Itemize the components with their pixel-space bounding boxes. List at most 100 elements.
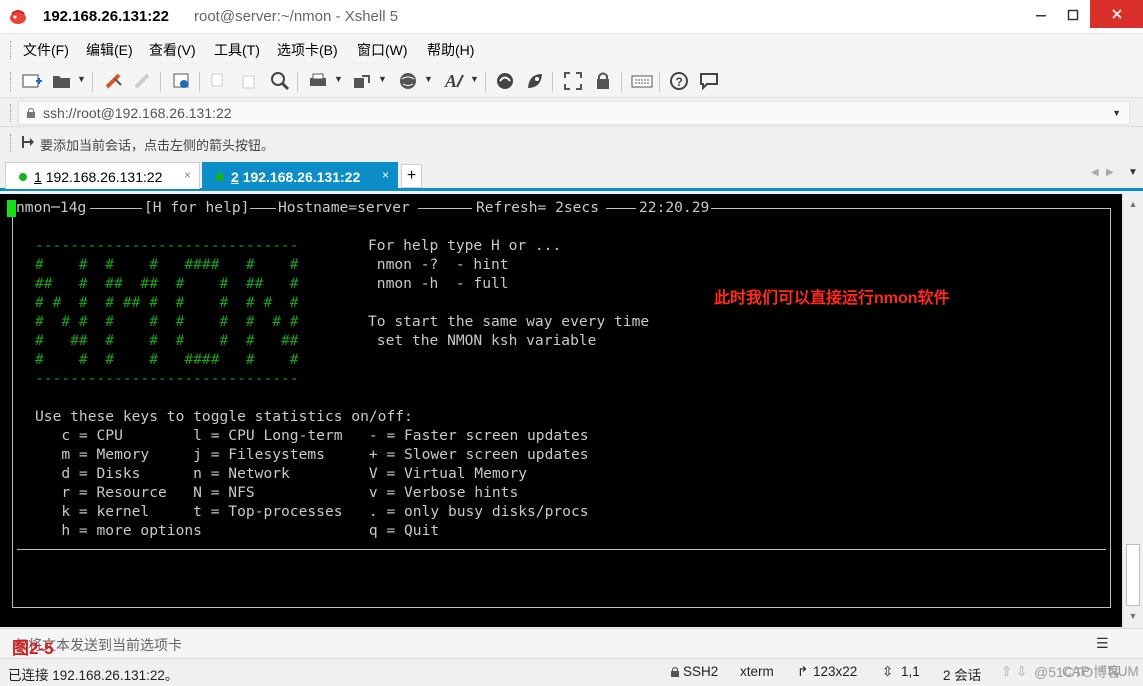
upload-icon: ⇧	[1001, 664, 1013, 679]
cursor-icon: ⇳	[882, 664, 894, 679]
address-bar: ssh://root@192.168.26.131:22 ▼	[0, 99, 1143, 127]
address-dropdown-icon[interactable]: ▼	[1112, 108, 1121, 118]
nmon-logo-line: # ## # # # # # ##	[35, 332, 299, 349]
transfer-icon[interactable]	[350, 70, 374, 92]
help-icon[interactable]: ?	[667, 70, 691, 92]
tab-close-icon[interactable]: ×	[184, 168, 191, 182]
scroll-down-icon[interactable]: ▼	[1123, 608, 1143, 624]
help-line: nmon -h - full	[368, 275, 509, 292]
toolbar-separator	[621, 72, 622, 92]
figure-label: 图2-5	[12, 639, 54, 658]
menu-view[interactable]: 查看(V)	[149, 40, 196, 60]
nmon-logo-line: # # # # # # # # # #	[35, 313, 299, 330]
terminal-screen[interactable]: nmon─14g [H for help] Hostname=server Re…	[0, 194, 1122, 627]
tab-label: 1 192.168.26.131:22	[34, 169, 163, 185]
compose-bar[interactable]: 仅将文本发送到当前选项卡 图2-5 ☰	[0, 628, 1143, 658]
help-line: For help type H or ...	[368, 237, 562, 254]
tab-label: 2 192.168.26.131:22	[231, 169, 361, 185]
disconnect-icon[interactable]	[131, 70, 155, 92]
tab-session-2[interactable]: 2 192.168.26.131:22 ×	[202, 162, 398, 189]
key-line: c = CPU l = CPU Long-term - = Faster scr…	[35, 427, 589, 444]
window-title-host: 192.168.26.131:22	[43, 8, 169, 25]
terminal-type: xterm	[740, 664, 774, 679]
lock-icon[interactable]	[591, 70, 615, 92]
menu-tabs[interactable]: 选项卡(B)	[277, 40, 338, 60]
copy-icon[interactable]	[207, 70, 231, 92]
key-line: d = Disks n = Network V = Virtual Memory	[35, 465, 528, 482]
address-field[interactable]: ssh://root@192.168.26.131:22 ▼	[18, 101, 1130, 125]
tab-next-icon[interactable]: ▶	[1106, 167, 1114, 178]
lock-icon	[671, 667, 679, 677]
print-dropdown-icon[interactable]: ▼	[334, 74, 343, 84]
menu-window[interactable]: 窗口(W)	[357, 40, 408, 60]
properties-icon[interactable]	[170, 70, 194, 92]
chat-icon[interactable]	[697, 70, 721, 92]
open-folder-icon[interactable]	[50, 70, 74, 92]
tab-bar: 1 192.168.26.131:22 × 2 192.168.26.131:2…	[0, 159, 1143, 191]
globe-icon[interactable]	[396, 70, 420, 92]
toolbar: ▼ ▼ ▼ ▼ A ▼ ?	[0, 64, 1143, 98]
key-line: h = more options q = Quit	[35, 522, 440, 539]
address-value: ssh://root@192.168.26.131:22	[43, 105, 232, 121]
xftp-icon[interactable]	[493, 70, 517, 92]
svg-text:?: ?	[676, 75, 683, 89]
new-session-icon[interactable]	[20, 70, 44, 92]
open-folder-dropdown-icon[interactable]: ▼	[77, 74, 86, 84]
minimize-icon	[1036, 15, 1046, 17]
nmon-help-hint: [H for help]	[144, 199, 250, 216]
close-button[interactable]	[1090, 0, 1143, 28]
xmanager-icon[interactable]	[523, 70, 547, 92]
nmon-logo-line: ------------------------------	[35, 370, 299, 387]
tab-close-icon[interactable]: ×	[382, 168, 389, 182]
compose-menu-icon[interactable]: ☰	[1096, 635, 1109, 652]
toolbar-separator	[659, 72, 660, 92]
hintbar-grip[interactable]	[10, 134, 13, 152]
tab-list-icon[interactable]: ▼	[1128, 167, 1138, 178]
header-rule	[711, 208, 1111, 209]
plus-icon: +	[406, 167, 417, 184]
keys-title: Use these keys to toggle statistics on/o…	[35, 408, 413, 425]
terminal-scrollbar[interactable]: ▲ ▼	[1122, 194, 1143, 627]
connect-icon[interactable]	[102, 70, 126, 92]
cursor-position: 1,1	[901, 664, 920, 679]
add-tab-button[interactable]: +	[401, 164, 422, 188]
toolbar-separator	[485, 72, 486, 92]
find-icon[interactable]	[268, 70, 292, 92]
print-icon[interactable]	[306, 70, 330, 92]
nmon-refresh: Refresh= 2secs	[476, 199, 600, 216]
menu-file[interactable]: 文件(F)	[23, 40, 69, 60]
session-count: 2 会话	[943, 668, 982, 683]
menu-edit[interactable]: 编辑(E)	[86, 40, 133, 60]
addressbar-grip[interactable]	[10, 104, 13, 122]
scroll-up-icon[interactable]: ▲	[1123, 196, 1143, 212]
nmon-version: nmon─14g	[16, 199, 87, 216]
add-session-arrow-icon[interactable]	[22, 135, 36, 149]
nmon-logo-line: # # # # #### # #	[35, 256, 299, 273]
scrollbar-thumb[interactable]	[1126, 544, 1140, 606]
toolbar-separator	[160, 72, 161, 92]
key-line: k = kernel t = Top-processes . = only bu…	[35, 503, 589, 520]
font-icon[interactable]: A	[442, 70, 466, 92]
tab-prev-icon[interactable]: ◀	[1091, 167, 1099, 178]
tab-session-1[interactable]: 1 192.168.26.131:22 ×	[5, 162, 200, 189]
connected-status-icon	[19, 173, 27, 181]
toolbar-separator	[199, 72, 200, 92]
title-bar: 192.168.26.131:22 root@server:~/nmon - X…	[0, 0, 1143, 34]
menubar-grip[interactable]	[10, 41, 13, 59]
menu-help[interactable]: 帮助(H)	[427, 40, 474, 60]
fullscreen-icon[interactable]	[561, 70, 585, 92]
font-dropdown-icon[interactable]: ▼	[470, 74, 479, 84]
toolbar-grip[interactable]	[10, 72, 13, 92]
paste-icon[interactable]	[237, 70, 261, 92]
connected-status-icon	[216, 173, 224, 181]
separator-rule	[17, 549, 1106, 550]
download-icon: ⇩	[1016, 664, 1028, 679]
header-rule	[250, 208, 276, 209]
session-hint-bar: 要添加当前会话，点击左侧的箭头按钮。	[0, 128, 1143, 158]
globe-dropdown-icon[interactable]: ▼	[424, 74, 433, 84]
maximize-icon	[1067, 9, 1079, 21]
transfer-dropdown-icon[interactable]: ▼	[378, 74, 387, 84]
menu-tools[interactable]: 工具(T)	[214, 40, 260, 60]
menu-bar: 文件(F) 编辑(E) 查看(V) 工具(T) 选项卡(B) 窗口(W) 帮助(…	[0, 35, 1143, 63]
keyboard-icon[interactable]	[630, 70, 654, 92]
